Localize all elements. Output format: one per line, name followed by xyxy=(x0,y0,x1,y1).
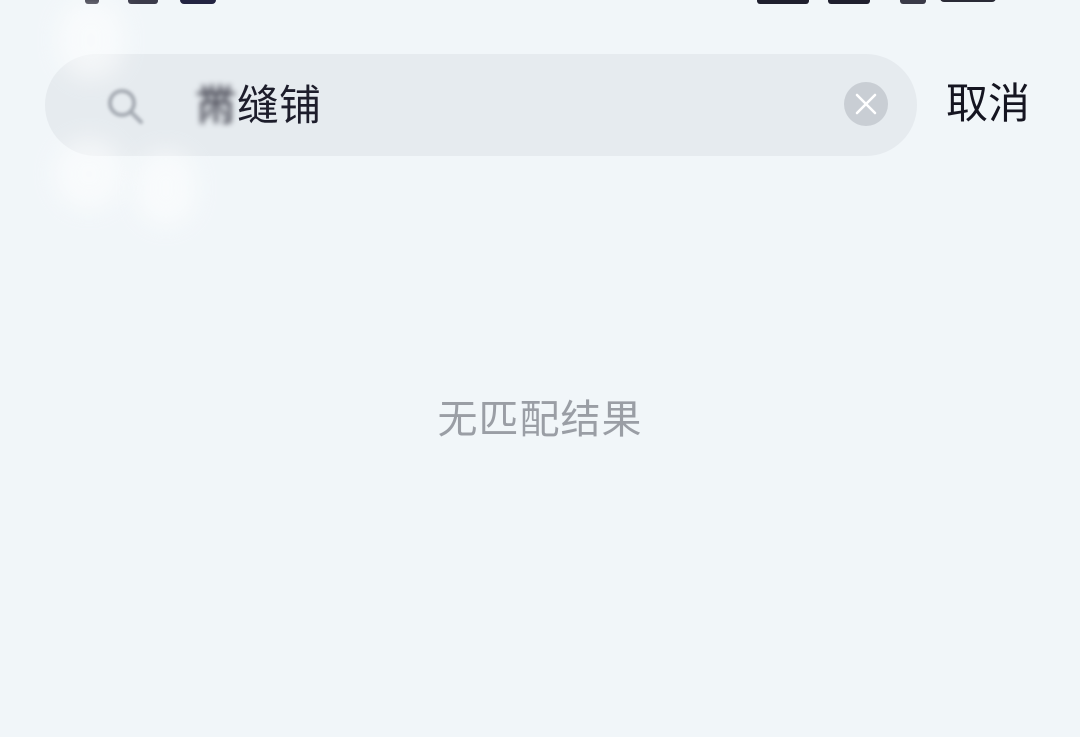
cancel-button[interactable]: 取消 xyxy=(946,76,1030,132)
query-text: 缝铺 xyxy=(237,81,322,130)
clear-button[interactable] xyxy=(844,82,888,126)
blur-overlay xyxy=(54,138,124,210)
wifi-icon xyxy=(900,0,926,4)
battery-icon xyxy=(940,0,996,2)
blurred-query-text: 黹 xyxy=(195,81,238,130)
signal-icon xyxy=(757,0,809,4)
search-bar[interactable]: 黹缝铺 xyxy=(45,54,917,156)
empty-state-message: 无匹配结果 xyxy=(437,397,643,443)
blur-overlay xyxy=(136,150,196,226)
signal-icon xyxy=(828,0,870,4)
status-bar xyxy=(0,0,1080,8)
app-badge-icon xyxy=(180,0,216,4)
search-icon xyxy=(103,84,147,128)
close-icon xyxy=(855,93,877,115)
blur-overlay xyxy=(58,0,124,80)
status-indicator xyxy=(128,0,158,4)
search-input[interactable]: 黹缝铺 xyxy=(195,78,321,134)
